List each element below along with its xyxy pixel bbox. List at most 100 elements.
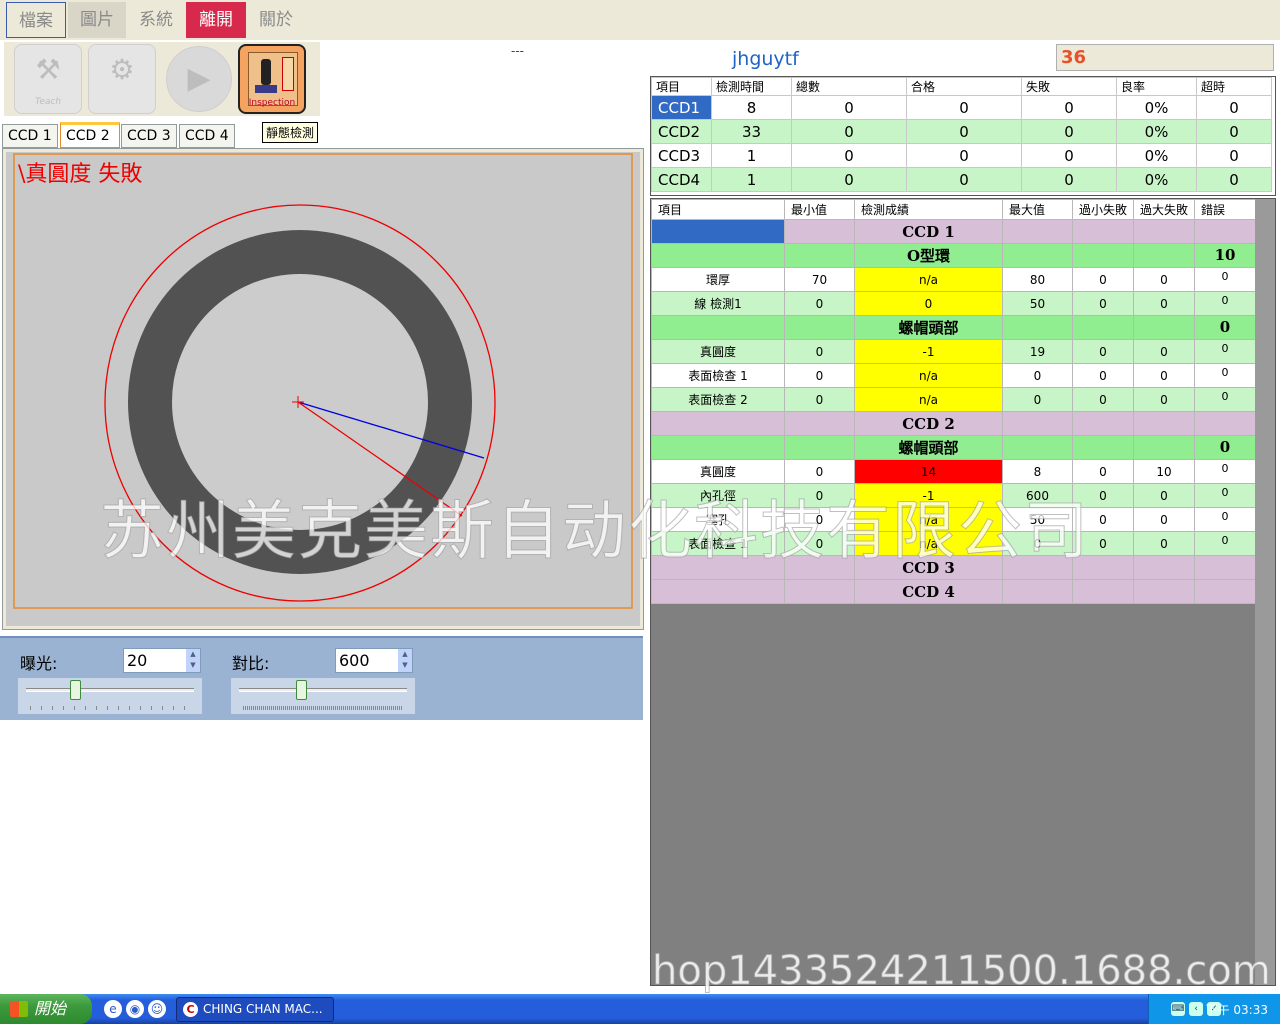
detail-result-cell: 螺帽頭部 [854,315,1003,340]
summary-header-cell: 失敗 [1021,77,1117,96]
detail-cell: 0 [1194,315,1256,340]
menu-about[interactable]: 關於 [248,2,304,38]
detail-result-cell: 14 [854,459,1003,484]
tab-ccd1[interactable]: CCD 1 [2,124,58,148]
detail-cell [1002,219,1073,244]
spin-arrows-icon[interactable]: ▲ ▼ [398,649,412,672]
spin-arrows-icon[interactable]: ▲ ▼ [186,649,200,672]
summary-cell: 8 [711,95,792,120]
ccd-group-row[interactable]: CCD 1 [651,219,1256,244]
summary-cell: 0% [1116,167,1197,192]
contrast-input[interactable]: 600 ▲ ▼ [335,648,413,673]
section-row[interactable]: 螺帽頭部 0 [651,315,1256,340]
detail-row[interactable]: 表面檢查 2 0 n/a 0 0 0 0 [651,387,1256,412]
detail-cell: 8 [1002,459,1073,484]
menu-system[interactable]: 系統 [128,2,184,38]
section-row[interactable]: O型環 10 [651,243,1256,268]
summary-cell: 0 [791,143,907,168]
detail-cell [1133,579,1195,604]
taskbar: 開始 e ◉ ☺ C CHING CHAN MAC... ⌨ ‹ ✓ 下午 03… [0,994,1280,1024]
camera-image[interactable]: \真圓度 失敗 [6,152,640,626]
camera-settings-button[interactable]: ⚙ [88,44,156,114]
summary-cell: 0 [1021,143,1117,168]
detail-cell: 0 [1194,435,1256,460]
detail-cell: 0 [1072,483,1134,508]
detail-cell [1072,219,1134,244]
exposure-slider-thumb[interactable] [69,680,81,700]
detail-cell: 70 [784,267,855,292]
taskbar-app-button[interactable]: C CHING CHAN MAC... [176,997,334,1022]
media-icon[interactable]: ◉ [126,1000,144,1018]
tab-ccd4[interactable]: CCD 4 [179,124,235,148]
detail-result-cell: O型環 [854,243,1003,268]
detail-cell [1072,435,1134,460]
detail-cell [784,315,855,340]
menu-image[interactable]: 圖片 [68,2,126,38]
summary-cell: 33 [711,119,792,144]
detail-row[interactable]: 線 檢測1 0 0 50 0 0 0 [651,291,1256,316]
ie-icon[interactable]: e [104,1000,122,1018]
tab-ccd2[interactable]: CCD 2 [60,122,120,148]
detail-row[interactable]: 真圓度 0 -1 19 0 0 0 [651,339,1256,364]
ccd-group-row[interactable]: CCD 4 [651,579,1256,604]
detail-result-cell: n/a [854,531,1003,556]
detail-cell: 600 [1002,483,1073,508]
tray-arrow-icon[interactable]: ‹ [1189,1002,1203,1016]
ccd-group-row[interactable]: CCD 2 [651,411,1256,436]
run-button[interactable]: ▶ [166,46,232,112]
detail-cell: 0 [784,507,855,532]
detail-row[interactable]: 內孔徑 0 -1 600 0 0 0 [651,483,1256,508]
contrast-slider-thumb[interactable] [295,680,307,700]
detail-cell: 50 [1002,507,1073,532]
static-inspection-button[interactable]: Inspection [238,44,306,114]
result-text: \真圓度 失敗 [18,162,143,187]
detail-cell: 0 [1133,291,1195,316]
count-display: 36 [1056,44,1274,71]
start-button[interactable]: 開始 [0,994,92,1024]
teach-button[interactable]: ⚒ Teach [14,44,82,114]
detail-cell [1002,435,1073,460]
menu-file[interactable]: 檔案 [6,2,66,38]
ccd-group-row[interactable]: CCD 3 [651,555,1256,580]
section-row[interactable]: 螺帽頭部 0 [651,435,1256,460]
summary-row[interactable]: CCD4 1 0 0 0 0% 0 [651,167,1272,192]
detail-cell: 表面檢查 1 [651,363,785,388]
detail-row[interactable]: 表面檢查 1 0 n/a 0 0 0 0 [651,363,1256,388]
detail-cell: 80 [1002,267,1073,292]
start-label: 開始 [34,999,67,1018]
detail-cell: 10 [1133,459,1195,484]
taskbar-app-label: CHING CHAN MAC... [203,1002,323,1016]
play-icon: ▶ [187,61,211,96]
summary-cell: 0% [1116,143,1197,168]
detail-cell [651,579,785,604]
keyboard-icon[interactable]: ⌨ [1171,1002,1185,1016]
messenger-icon[interactable]: ☺ [148,1000,166,1018]
detail-row[interactable]: 塞孔 0 n/a 50 0 0 0 [651,507,1256,532]
detail-cell: 0 [1194,531,1256,556]
detail-cell: 0 [1133,483,1195,508]
detail-cell: 表面檢查 1 [651,531,785,556]
slider-track [26,688,194,692]
summary-row[interactable]: CCD3 1 0 0 0 0% 0 [651,143,1272,168]
detail-row[interactable]: 表面檢查 1 0 n/a 0 0 0 0 [651,531,1256,556]
detail-cell: 真圓度 [651,339,785,364]
detail-cell: 0 [784,339,855,364]
menu-exit[interactable]: 離開 [186,2,246,38]
tab-ccd3[interactable]: CCD 3 [121,124,177,148]
detail-cell [1133,411,1195,436]
detail-cell [1194,219,1256,244]
exposure-input[interactable]: 20 ▲ ▼ [123,648,201,673]
summary-ccd-name: CCD3 [651,143,712,168]
detail-row[interactable]: 環厚 70 n/a 80 0 0 0 [651,267,1256,292]
tooltip: 靜態檢測 [262,122,319,143]
detail-result-cell: -1 [854,339,1003,364]
clock: 下午 03:33 [1205,1003,1268,1017]
contrast-slider[interactable] [231,678,415,714]
summary-row[interactable]: CCD2 33 0 0 0 0% 0 [651,119,1272,144]
summary-row[interactable]: CCD1 8 0 0 0 0% 0 [651,95,1272,120]
detail-scrollbar[interactable] [1255,199,1275,985]
detail-row[interactable]: 真圓度 0 14 8 0 10 0 [651,459,1256,484]
exposure-slider[interactable] [18,678,202,714]
teach-icon: ⚒ [35,53,61,86]
gear-icon: ⚙ [109,53,135,86]
